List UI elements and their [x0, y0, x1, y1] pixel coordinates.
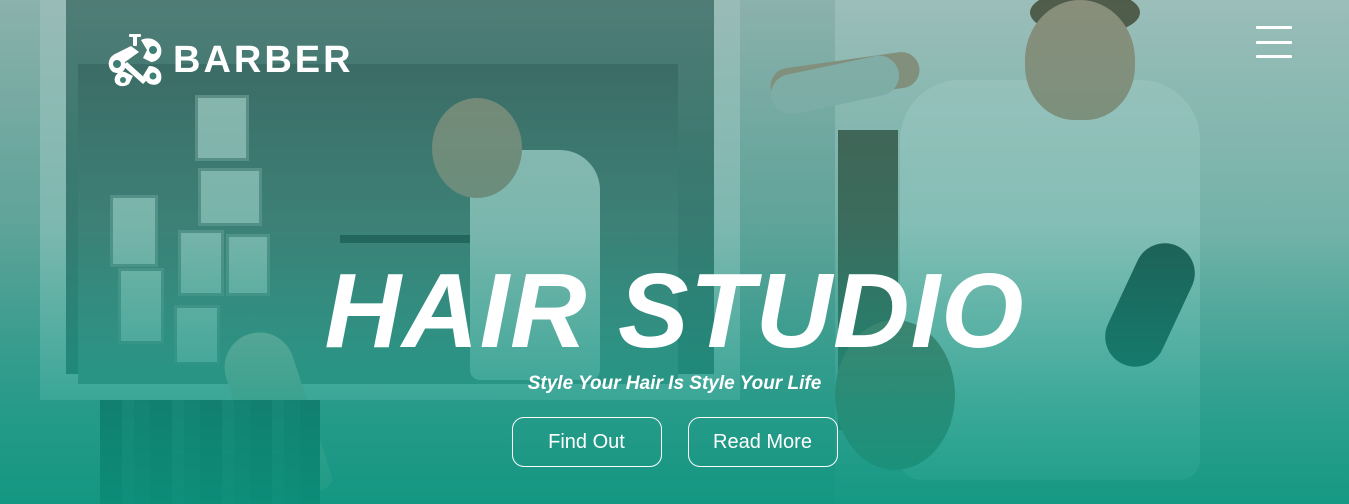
hero-subtitle: Style Your Hair Is Style Your Life — [527, 373, 822, 394]
hero-actions: Find Out Read More — [0, 417, 1349, 467]
hero-section: BARBER HAIR STUDIO Style Your Hair Is St… — [0, 0, 1349, 504]
menu-line — [1256, 40, 1292, 44]
find-out-button[interactable]: Find Out — [511, 417, 662, 467]
read-more-button[interactable]: Read More — [687, 417, 838, 467]
hamburger-menu-icon[interactable] — [1256, 26, 1292, 58]
menu-line — [1256, 26, 1292, 29]
menu-line — [1256, 55, 1292, 58]
scissors-comb-logo-icon — [108, 34, 162, 87]
logo-text: BARBER — [173, 39, 354, 81]
hero-title: HAIR STUDIO — [324, 252, 1025, 370]
site-logo[interactable]: BARBER — [103, 32, 354, 88]
